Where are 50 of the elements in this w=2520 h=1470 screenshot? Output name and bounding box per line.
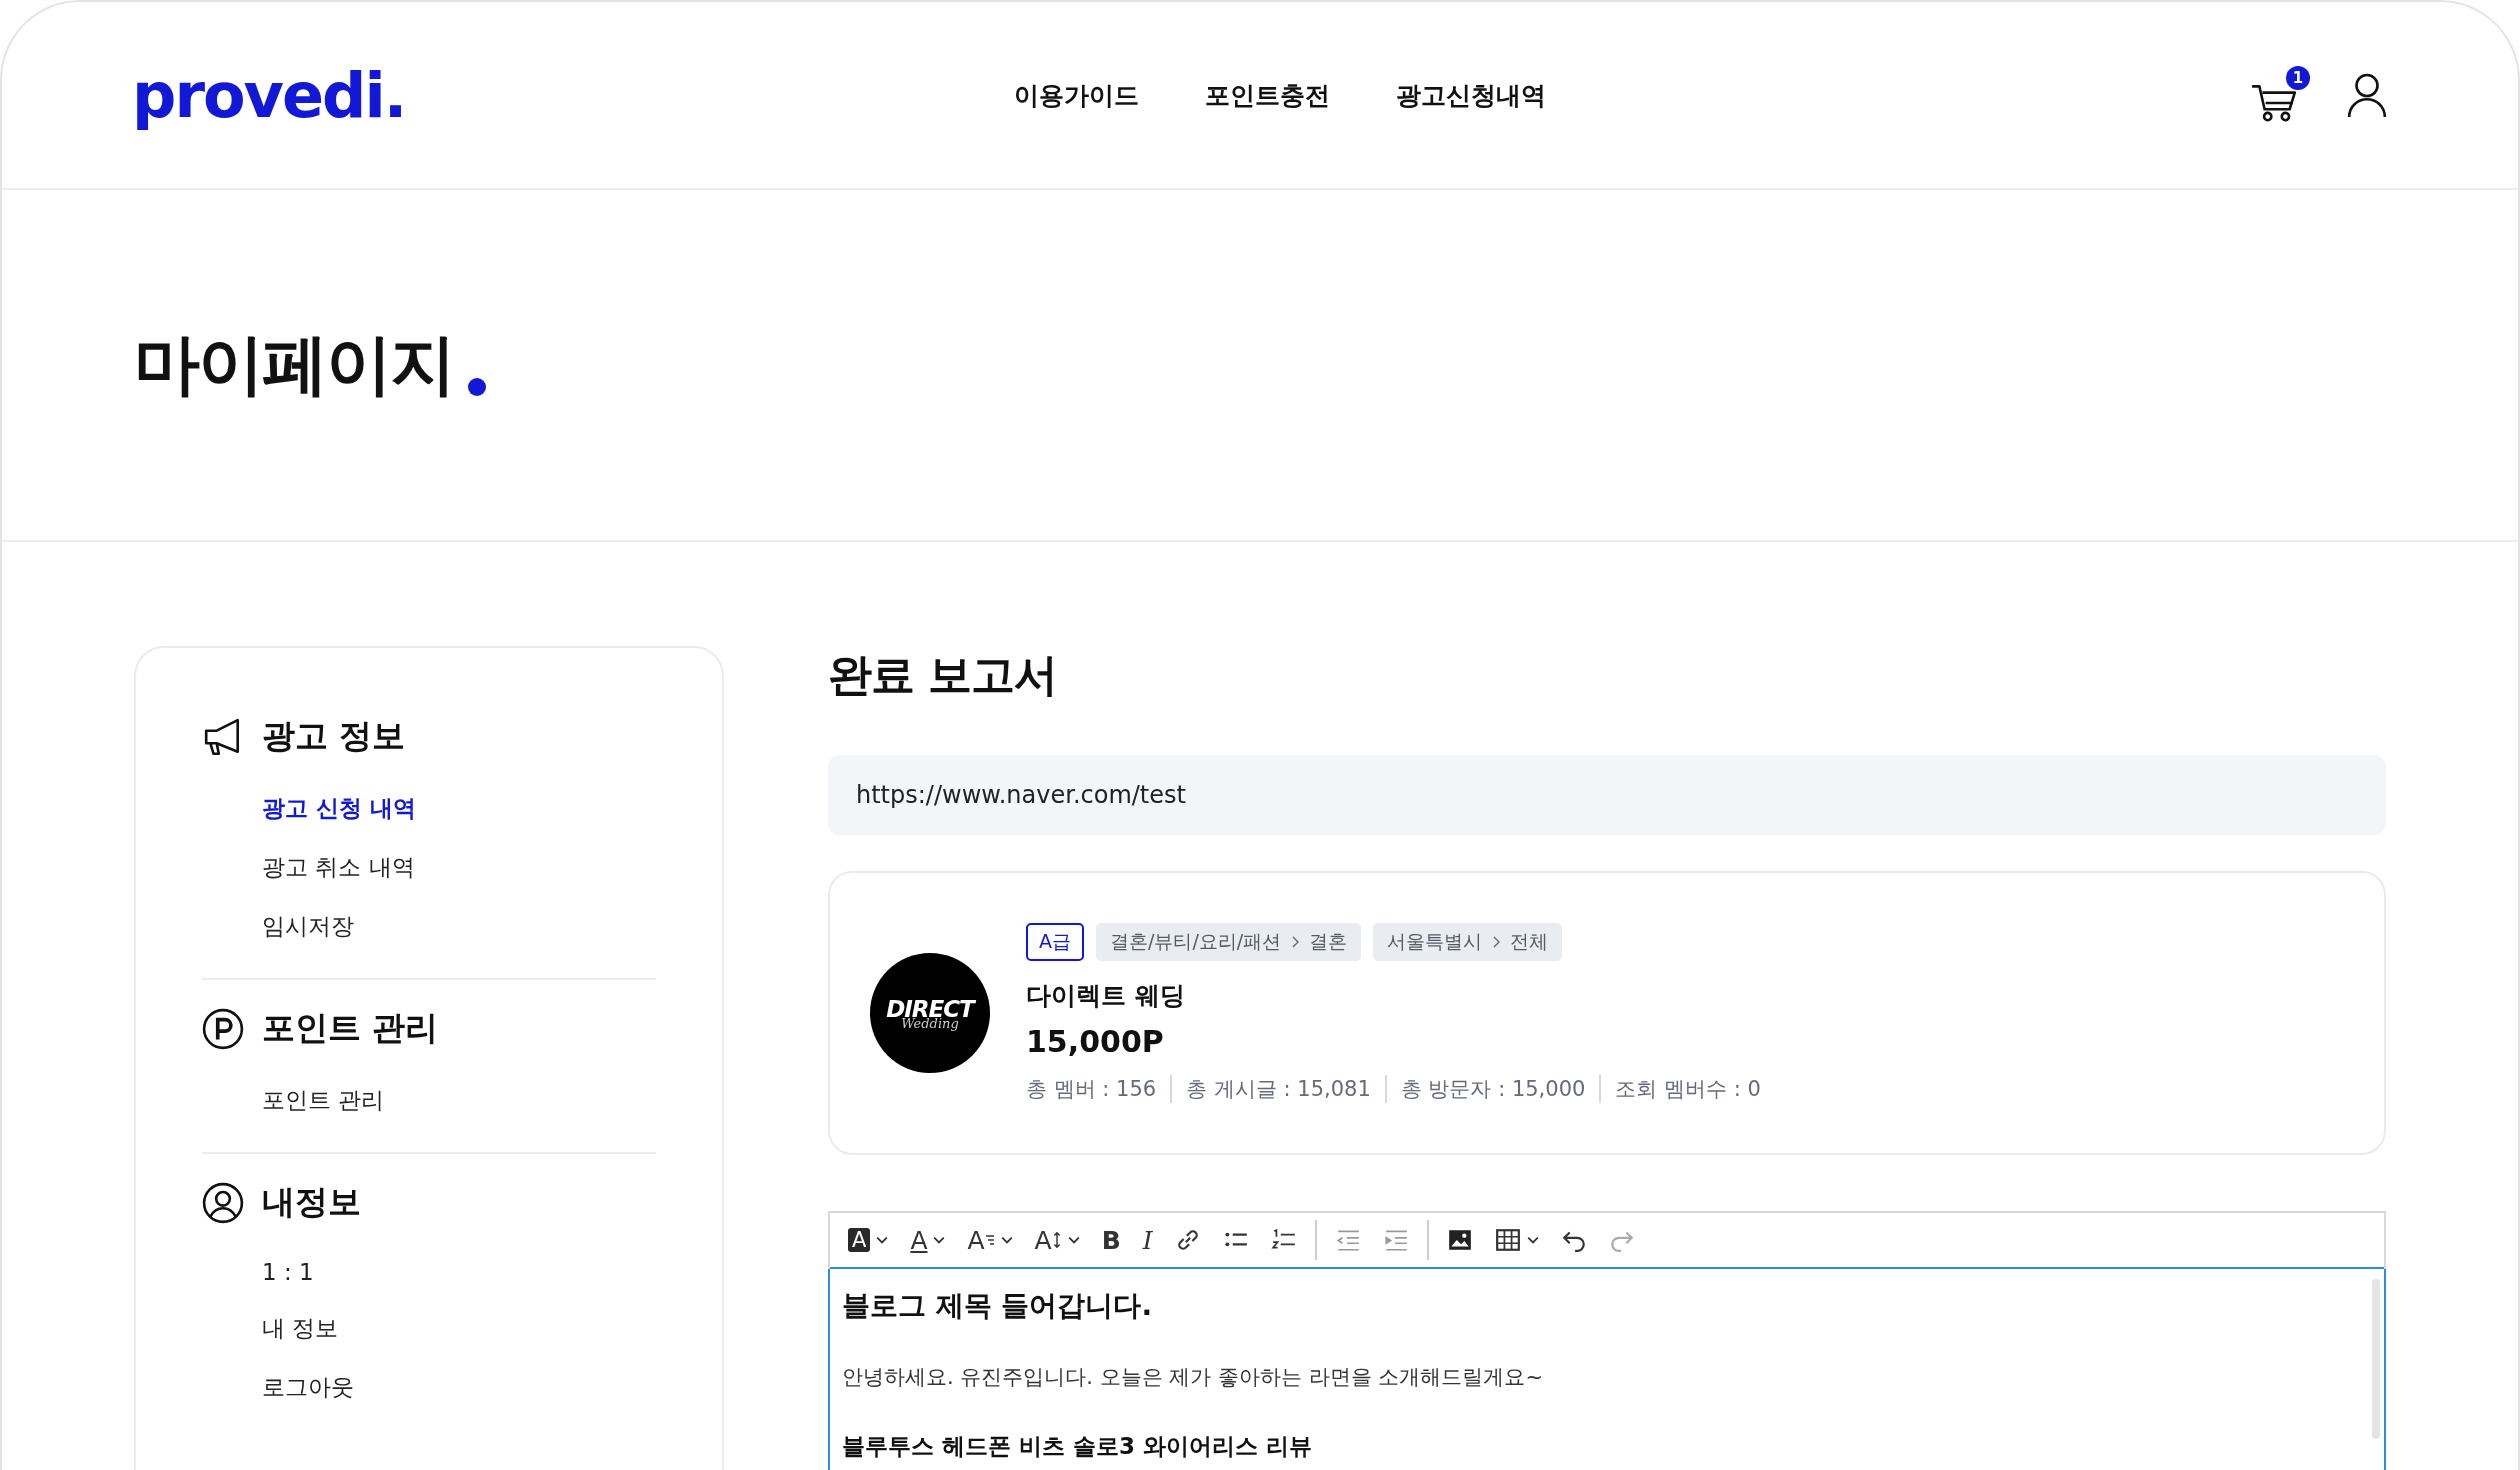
section-title: 완료 보고서 <box>828 648 1059 702</box>
toolbar-button[interactable]: A <box>963 1223 1017 1257</box>
sidebar-link[interactable]: 포인트 관리 <box>262 1071 656 1130</box>
price: 15,000P <box>1026 1024 1165 1059</box>
blog-name: 다이렉트 웨딩 <box>1026 980 1186 1012</box>
image-icon <box>1446 1227 1473 1253</box>
sidebar-link[interactable]: 광고 취소 내역 <box>262 838 656 897</box>
category-tag: 서울특별시 전체 <box>1373 923 1563 961</box>
section-title: 내정보 <box>262 1181 361 1223</box>
title-dot <box>468 378 486 396</box>
sidebar-link[interactable]: 광고 신청 내역 <box>262 779 656 838</box>
outdent-icon <box>1334 1227 1361 1253</box>
toolbar-button[interactable]: A <box>844 1226 893 1254</box>
stat-text: 조회 멤버수 : 0 <box>1599 1075 1761 1103</box>
point-icon <box>202 1007 244 1050</box>
editor-paragraph: 안녕하세요. 유진주입니다. 오늘은 제가 좋아하는 라면을 소개해드릴게요~ <box>842 1364 1544 1391</box>
chevron-icon <box>1492 936 1501 948</box>
nav-link[interactable]: 광고신청내역 <box>1396 78 1546 112</box>
stat-text: 총 멤버 : 156 <box>1026 1076 1157 1103</box>
category-tag: 결혼/뷰티/요리/패션 결혼 <box>1096 923 1362 961</box>
cart-count-badge: 1 <box>2286 66 2310 90</box>
section-title: 광고 정보 <box>262 715 406 757</box>
sidebar-link[interactable]: 1 : 1 <box>262 1245 656 1299</box>
chevron-icon <box>1291 936 1300 948</box>
user-icon[interactable] <box>2346 71 2388 119</box>
table-icon <box>1494 1227 1521 1253</box>
text-editor[interactable]: A A A A B I 블로그 제목 들어갑니다. 안녕하세요. 유진주입니다. 오늘은 제가 좋아하는 라면을 소개해드릴게요~ 블루투스 헤드폰 비츠 솔로3 와이어리스 리뷰 <box>828 1211 2386 1470</box>
logo-circle: DIRECT Wedding <box>870 953 990 1073</box>
cart-button[interactable]: 1 <box>2250 66 2310 124</box>
nav-link[interactable]: 포인트충전 <box>1205 78 1330 112</box>
sidebar-link[interactable]: 임시저장 <box>262 897 656 956</box>
stat-text: 총 게시글 : 15,081 <box>1170 1075 1371 1103</box>
toolbar-button[interactable]: A <box>906 1223 950 1257</box>
sidebar-link[interactable]: 내 정보 <box>262 1299 656 1358</box>
up-down-arrow-icon <box>1051 1231 1062 1249</box>
section-title: 포인트 관리 <box>262 1007 439 1049</box>
page-title: 마이페이지 <box>134 325 454 405</box>
nav-link[interactable]: 이용가이드 <box>1014 78 1139 112</box>
logo[interactable]: provedi. <box>132 58 532 132</box>
stat-text: 총 방문자 : 15,000 <box>1384 1075 1586 1103</box>
toolbar-button[interactable]: A <box>1030 1223 1084 1257</box>
url-field[interactable]: https://www.naver.com/test <box>828 755 2386 835</box>
sidebar-link[interactable]: 로그아웃 <box>262 1358 656 1417</box>
toolbar-button[interactable]: B <box>1097 1223 1125 1257</box>
editor-heading: 블로그 제목 들어갑니다. <box>842 1288 1154 1324</box>
toolbar-button[interactable]: I <box>1138 1223 1157 1257</box>
user-circle-icon <box>202 1181 244 1224</box>
grade-badge: A급 <box>1026 923 1084 961</box>
indent-icon <box>1382 1227 1409 1253</box>
editor-subheading: 블루투스 헤드폰 비츠 솔로3 와이어리스 리뷰 <box>842 1432 1314 1461</box>
